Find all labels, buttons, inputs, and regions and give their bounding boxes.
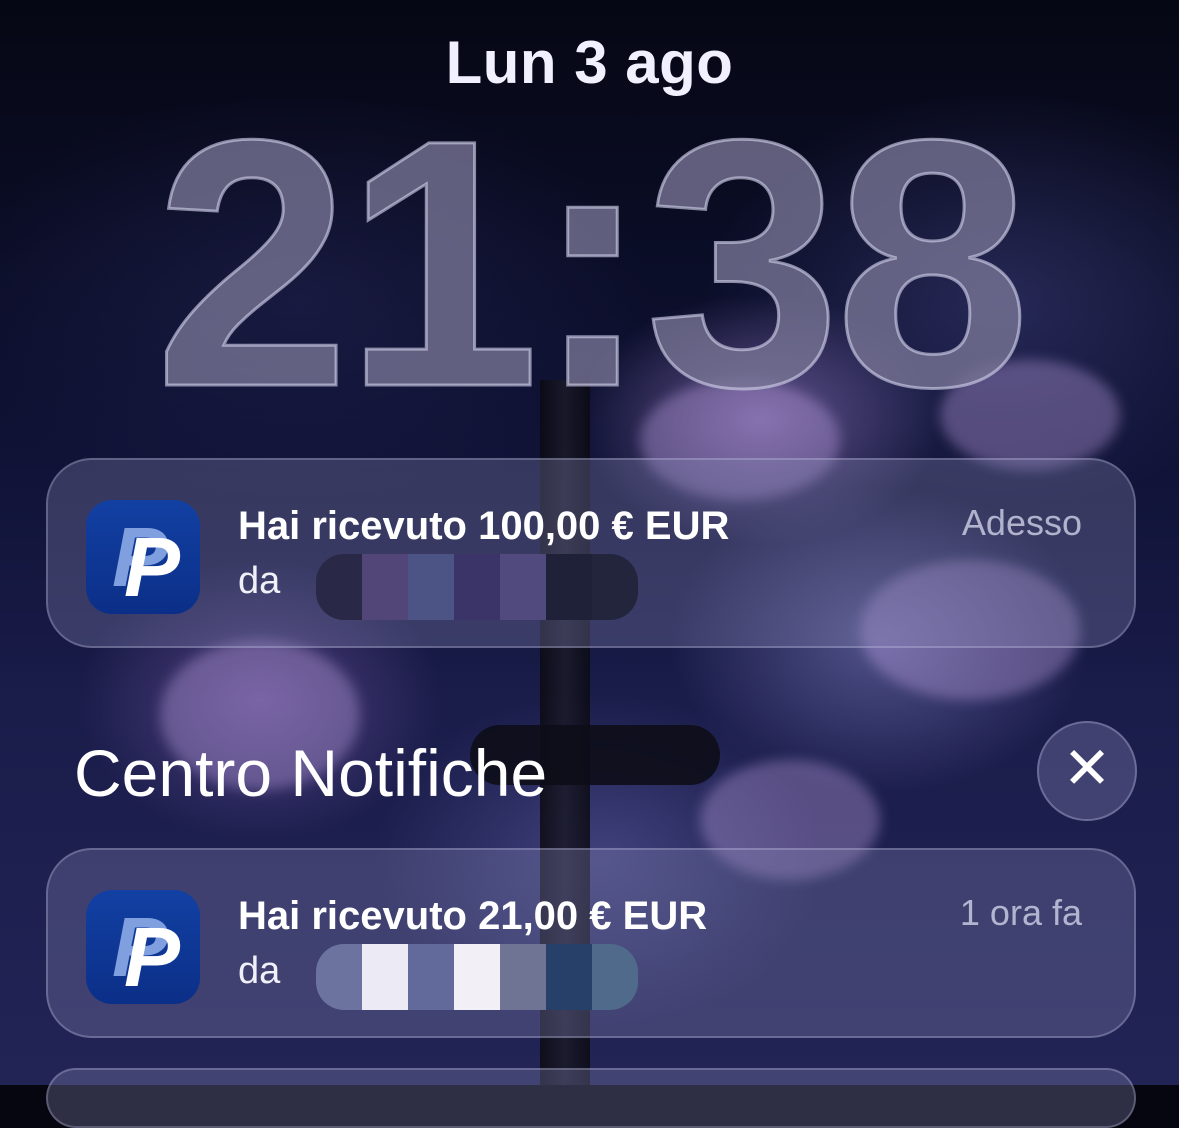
notification-card[interactable]: P P Hai ricevuto 21,00 € EUR da 1 ora fa	[46, 848, 1136, 1038]
notification-title: Hai ricevuto 21,00 € EUR	[238, 894, 708, 938]
notification-timestamp: 1 ora fa	[959, 892, 1082, 933]
notification-timestamp: Adesso	[961, 502, 1082, 543]
notification-title: Hai ricevuto 100,00 € EUR	[238, 504, 730, 548]
notification-from-label: da	[238, 560, 281, 602]
notification-from-label: da	[238, 950, 281, 992]
lockscreen-clock: 21:38	[153, 66, 1032, 460]
redacted-sender	[316, 554, 638, 620]
paypal-icon: P P	[86, 890, 200, 1004]
notification-card-partial[interactable]	[46, 1068, 1136, 1128]
redacted-sender	[316, 944, 638, 1010]
notification-center-title: Centro Notifiche	[74, 736, 548, 810]
paypal-icon: P P	[86, 500, 200, 614]
close-icon[interactable]: ✕	[1037, 721, 1137, 821]
notification-card[interactable]: P P Hai ricevuto 100,00 € EUR da Adesso	[46, 458, 1136, 648]
